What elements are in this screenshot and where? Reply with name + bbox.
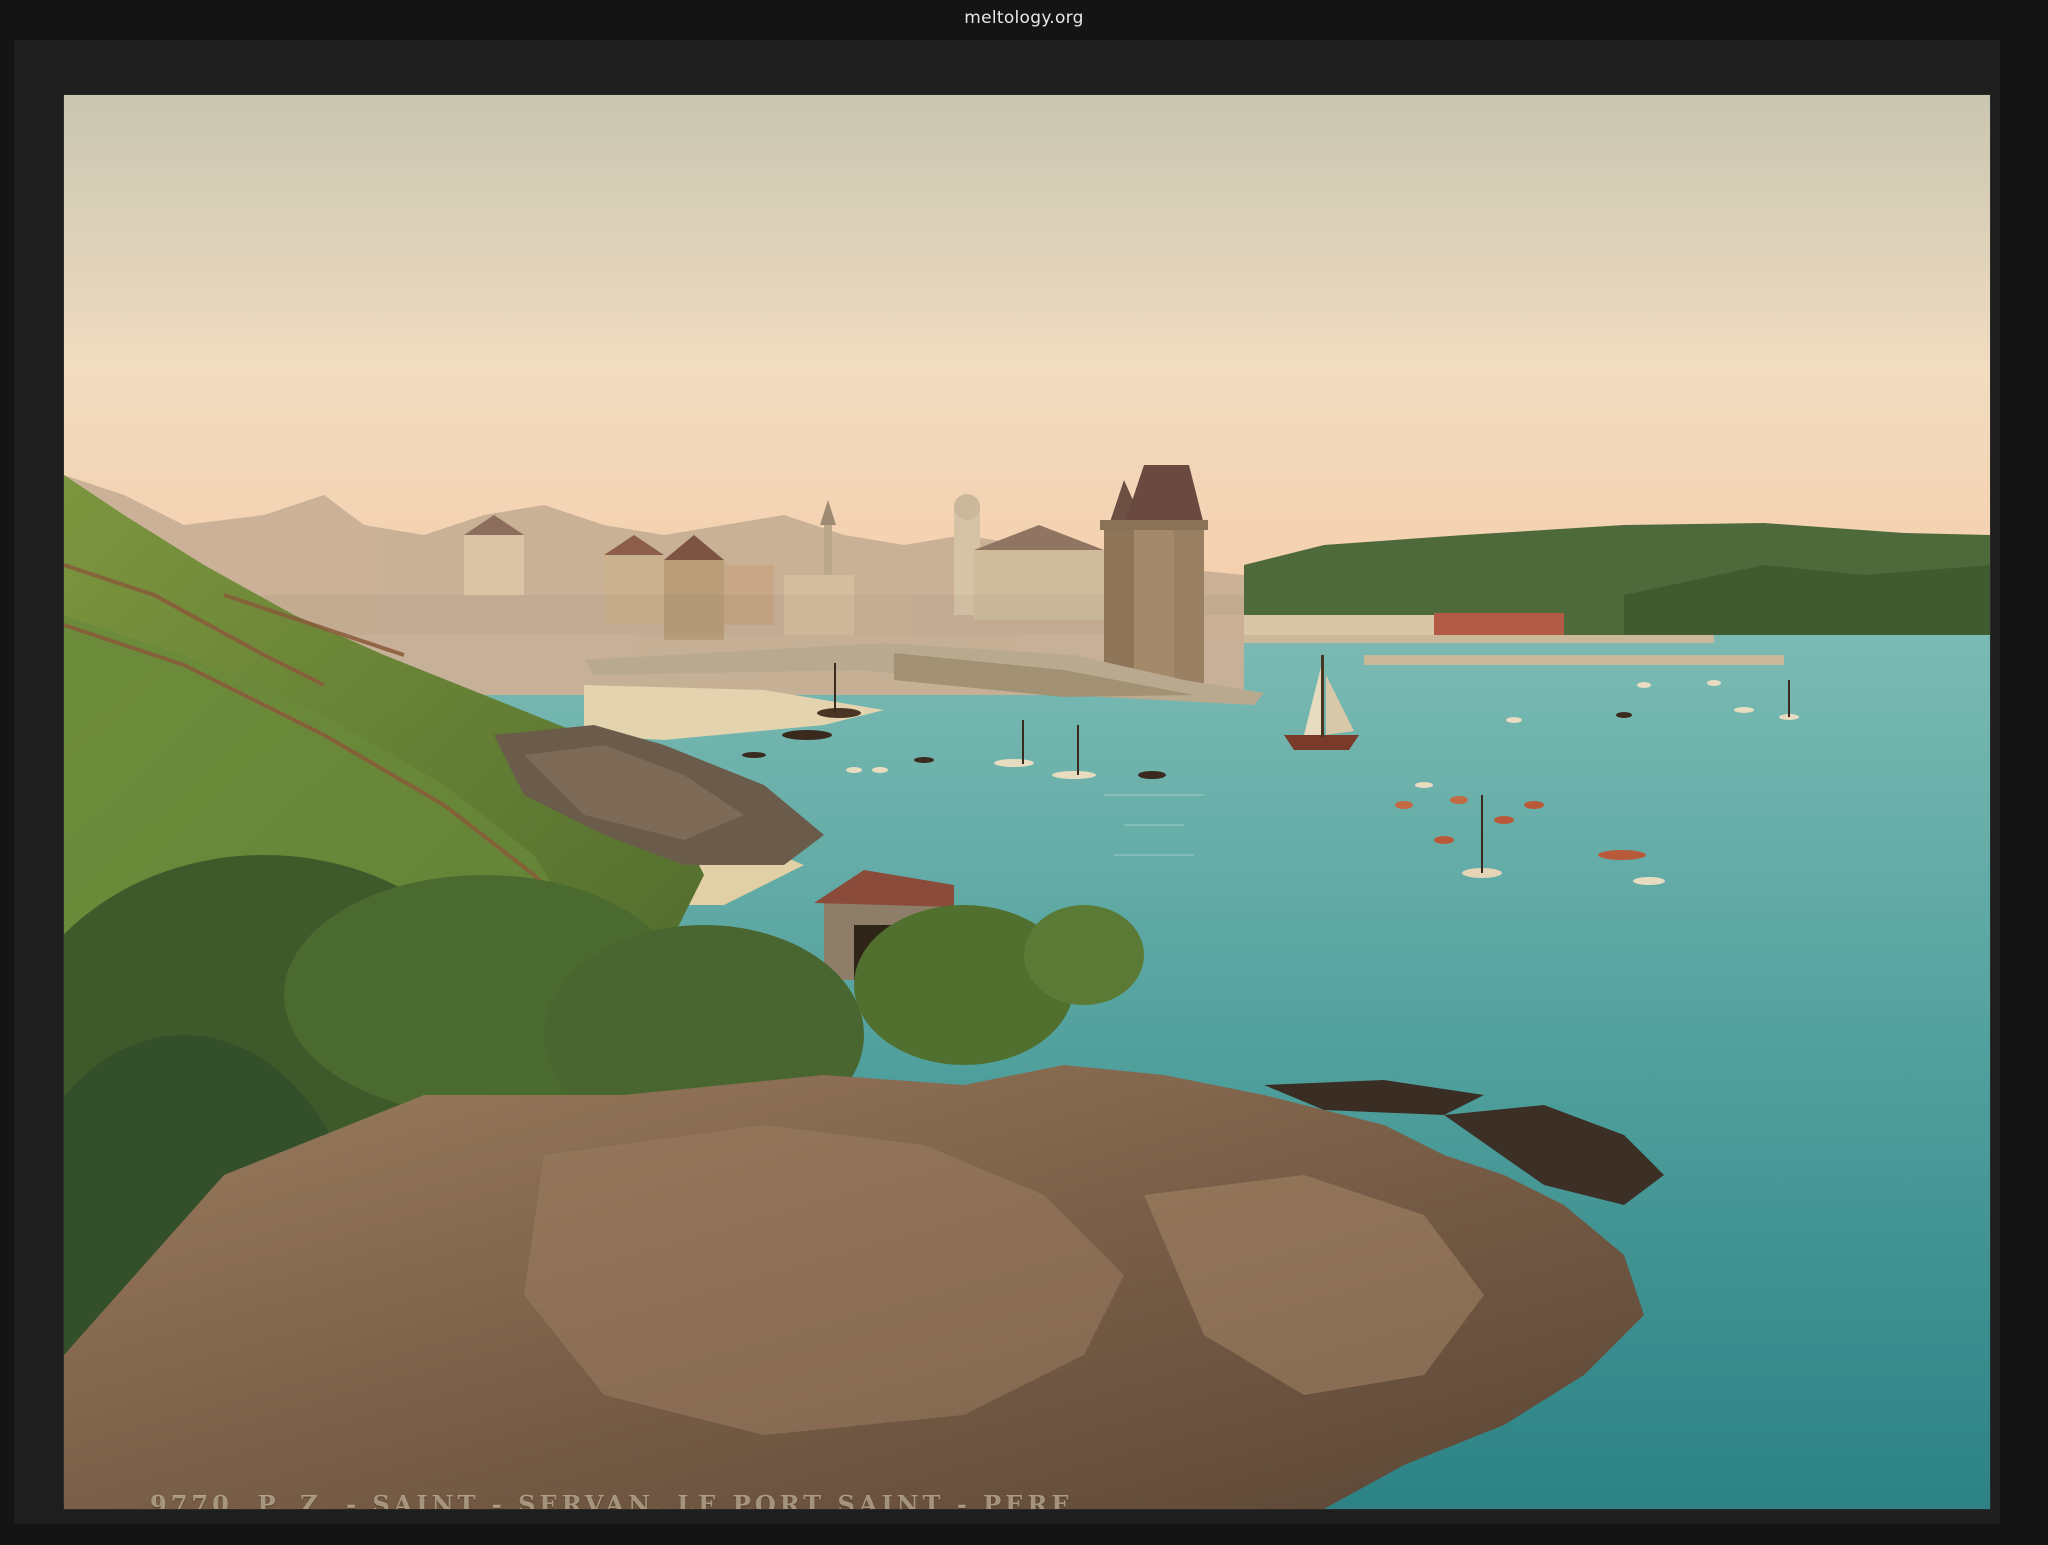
sailboat — [1284, 735, 1359, 750]
mount-board: 9770. P. Z. - SAINT - SERVAN. LE PORT SA… — [14, 40, 2000, 1524]
photochrom-print: 9770. P. Z. - SAINT - SERVAN. LE PORT SA… — [64, 95, 1990, 1509]
site-label: meltology.org — [964, 8, 1084, 28]
photo-caption: 9770. P. Z. - SAINT - SERVAN. LE PORT SA… — [150, 1490, 1074, 1509]
